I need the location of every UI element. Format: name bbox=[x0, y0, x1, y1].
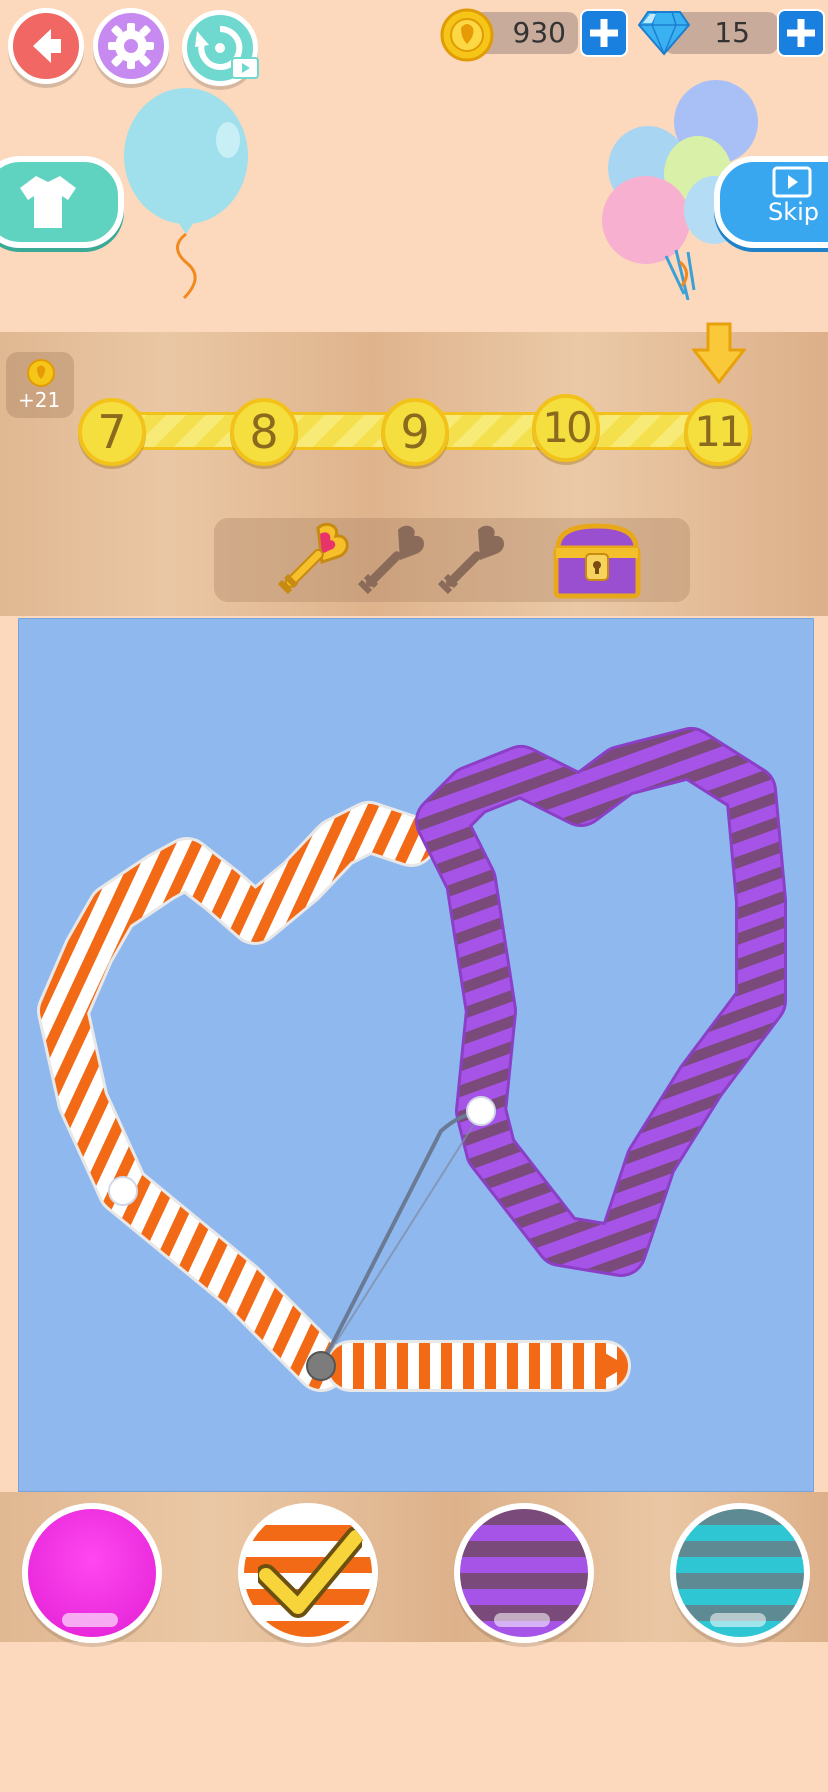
level-node: 7 bbox=[78, 398, 146, 466]
video-icon bbox=[231, 57, 259, 79]
balloon-decoration bbox=[124, 88, 248, 300]
level-node: 8 bbox=[230, 398, 298, 466]
shirt-icon bbox=[20, 176, 76, 228]
anchor-pin[interactable] bbox=[306, 1351, 336, 1381]
shine-highlight bbox=[62, 1613, 118, 1627]
coin-icon bbox=[27, 359, 55, 387]
pin[interactable] bbox=[108, 1176, 138, 1206]
video-icon bbox=[772, 166, 812, 198]
add-gems-button[interactable] bbox=[777, 9, 825, 57]
level-reward: +21 bbox=[6, 352, 74, 418]
skip-label: Skip bbox=[768, 198, 820, 226]
orange-rope bbox=[37, 801, 631, 1392]
skip-level-button[interactable]: Skip bbox=[714, 156, 828, 248]
pin[interactable] bbox=[466, 1096, 496, 1126]
arrow-down-icon bbox=[692, 322, 746, 384]
drag-string bbox=[319, 1111, 482, 1367]
key-empty-icon bbox=[437, 525, 505, 595]
add-coins-button[interactable] bbox=[580, 9, 628, 57]
reward-amount: +21 bbox=[18, 388, 61, 412]
key-collected-icon bbox=[277, 522, 349, 595]
level-node: 9 bbox=[381, 398, 449, 466]
color-option-orange-stripe[interactable] bbox=[238, 1503, 378, 1643]
purple-rope bbox=[415, 727, 787, 1277]
skin-shop-button[interactable] bbox=[0, 156, 124, 248]
game-board[interactable] bbox=[18, 618, 814, 1492]
shine-highlight bbox=[494, 1613, 550, 1627]
arrow-left-icon bbox=[33, 29, 61, 63]
restart-video-button[interactable] bbox=[182, 10, 259, 86]
coin-count: 930 bbox=[512, 16, 566, 49]
level-node: 10 bbox=[532, 394, 600, 462]
color-option-magenta[interactable] bbox=[22, 1503, 162, 1643]
current-level-node: 11 bbox=[684, 398, 752, 466]
settings-button[interactable] bbox=[93, 8, 169, 84]
gear-icon bbox=[108, 23, 154, 69]
diamond-icon bbox=[638, 11, 690, 56]
shine-highlight bbox=[710, 1613, 766, 1627]
color-option-purple-stripe[interactable] bbox=[454, 1503, 594, 1643]
treasure-chest-icon bbox=[553, 523, 641, 599]
gem-count: 15 bbox=[714, 16, 750, 49]
back-button[interactable] bbox=[8, 8, 84, 84]
checkmark-icon bbox=[258, 1526, 362, 1618]
key-empty-icon bbox=[357, 525, 425, 595]
coin-icon bbox=[440, 8, 494, 62]
color-option-teal-stripe[interactable] bbox=[670, 1503, 810, 1643]
rope-puzzle bbox=[37, 727, 787, 1392]
